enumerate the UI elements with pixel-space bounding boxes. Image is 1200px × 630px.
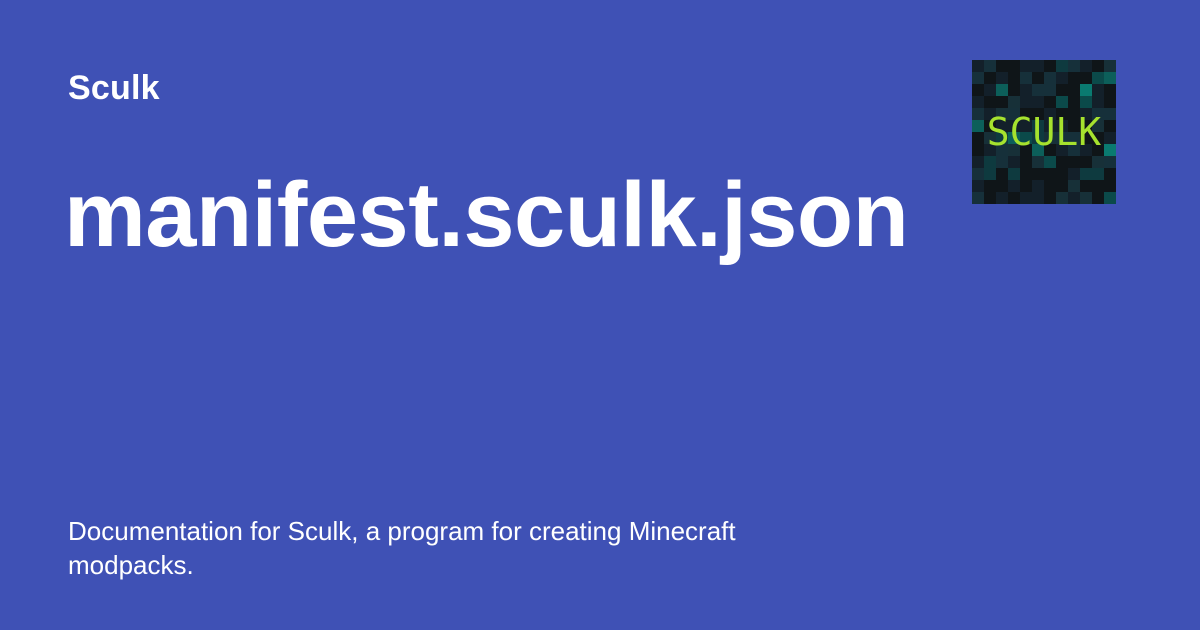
logo-pixel bbox=[972, 168, 984, 180]
social-card: Sculk manifest.sculk.json Documentation … bbox=[0, 0, 1200, 630]
logo-pixel bbox=[984, 84, 996, 96]
logo-pixel bbox=[972, 180, 984, 192]
logo-pixel bbox=[1008, 192, 1020, 204]
logo-pixel bbox=[996, 192, 1008, 204]
logo-pixel bbox=[1056, 180, 1068, 192]
logo-pixel bbox=[1092, 192, 1104, 204]
logo-pixel bbox=[1104, 168, 1116, 180]
logo-pixel bbox=[1032, 168, 1044, 180]
logo-pixel bbox=[1104, 60, 1116, 72]
logo-pixel bbox=[1008, 84, 1020, 96]
logo-pixel bbox=[1032, 180, 1044, 192]
logo-pixel bbox=[972, 84, 984, 96]
logo-pixel bbox=[1032, 84, 1044, 96]
logo-pixel bbox=[984, 192, 996, 204]
logo-pixel bbox=[1080, 168, 1092, 180]
logo-text: SCULK bbox=[986, 110, 1102, 154]
logo-pixel bbox=[1044, 192, 1056, 204]
site-name: Sculk bbox=[68, 69, 160, 107]
logo-pixel bbox=[1008, 168, 1020, 180]
logo-pixel bbox=[1080, 72, 1092, 84]
logo-pixel bbox=[984, 72, 996, 84]
logo-pixel bbox=[1056, 60, 1068, 72]
logo-pixel bbox=[1056, 192, 1068, 204]
logo-pixel bbox=[1092, 168, 1104, 180]
logo-pixel bbox=[1056, 84, 1068, 96]
logo-pixel bbox=[1020, 192, 1032, 204]
logo-pixel bbox=[1020, 84, 1032, 96]
logo-pixel bbox=[1032, 72, 1044, 84]
logo-pixel bbox=[972, 192, 984, 204]
page-title: manifest.sculk.json bbox=[64, 164, 909, 266]
logo-pixel bbox=[972, 72, 984, 84]
logo-pixel bbox=[1020, 180, 1032, 192]
logo-pixel bbox=[996, 84, 1008, 96]
logo-pixel bbox=[1092, 72, 1104, 84]
sculk-logo: SCULK bbox=[972, 60, 1116, 204]
page-description: Documentation for Sculk, a program for c… bbox=[68, 516, 736, 580]
logo-pixel bbox=[1104, 72, 1116, 84]
logo-pixel bbox=[1008, 60, 1020, 72]
logo-pixel bbox=[1044, 72, 1056, 84]
logo-pixel bbox=[996, 72, 1008, 84]
logo-pixel bbox=[1044, 180, 1056, 192]
logo-pixel bbox=[1032, 60, 1044, 72]
logo-pixel bbox=[1104, 84, 1116, 96]
logo-pixel bbox=[1080, 60, 1092, 72]
logo-pixel bbox=[1092, 84, 1104, 96]
logo-pixel bbox=[1068, 192, 1080, 204]
logo-pixel bbox=[996, 168, 1008, 180]
logo-pixel bbox=[1008, 72, 1020, 84]
logo-pixel bbox=[1068, 84, 1080, 96]
logo-pixel bbox=[1092, 180, 1104, 192]
logo-pixel bbox=[1020, 168, 1032, 180]
logo-pixel bbox=[1068, 168, 1080, 180]
logo-pixel bbox=[1068, 60, 1080, 72]
logo-pixel bbox=[1020, 72, 1032, 84]
logo-pixel bbox=[1020, 60, 1032, 72]
logo-pixel bbox=[1056, 72, 1068, 84]
logo-pixel bbox=[1080, 192, 1092, 204]
logo-pixel bbox=[996, 180, 1008, 192]
logo-pixel bbox=[1104, 192, 1116, 204]
logo-pixel bbox=[984, 60, 996, 72]
logo-pixel bbox=[1032, 192, 1044, 204]
logo-pixel bbox=[1080, 180, 1092, 192]
logo-pixel bbox=[972, 60, 984, 72]
logo-pixel bbox=[1056, 168, 1068, 180]
logo-pixel bbox=[984, 168, 996, 180]
logo-pixel bbox=[996, 60, 1008, 72]
logo-pixel bbox=[984, 180, 996, 192]
logo-pixel bbox=[1068, 180, 1080, 192]
logo-pixel bbox=[1092, 60, 1104, 72]
logo-pixel bbox=[1068, 72, 1080, 84]
logo-pixel bbox=[1044, 168, 1056, 180]
logo-pixel bbox=[1008, 180, 1020, 192]
logo-pixel bbox=[1104, 180, 1116, 192]
logo-pixel bbox=[1080, 84, 1092, 96]
logo-pixel bbox=[1044, 60, 1056, 72]
logo-pixel bbox=[1044, 84, 1056, 96]
